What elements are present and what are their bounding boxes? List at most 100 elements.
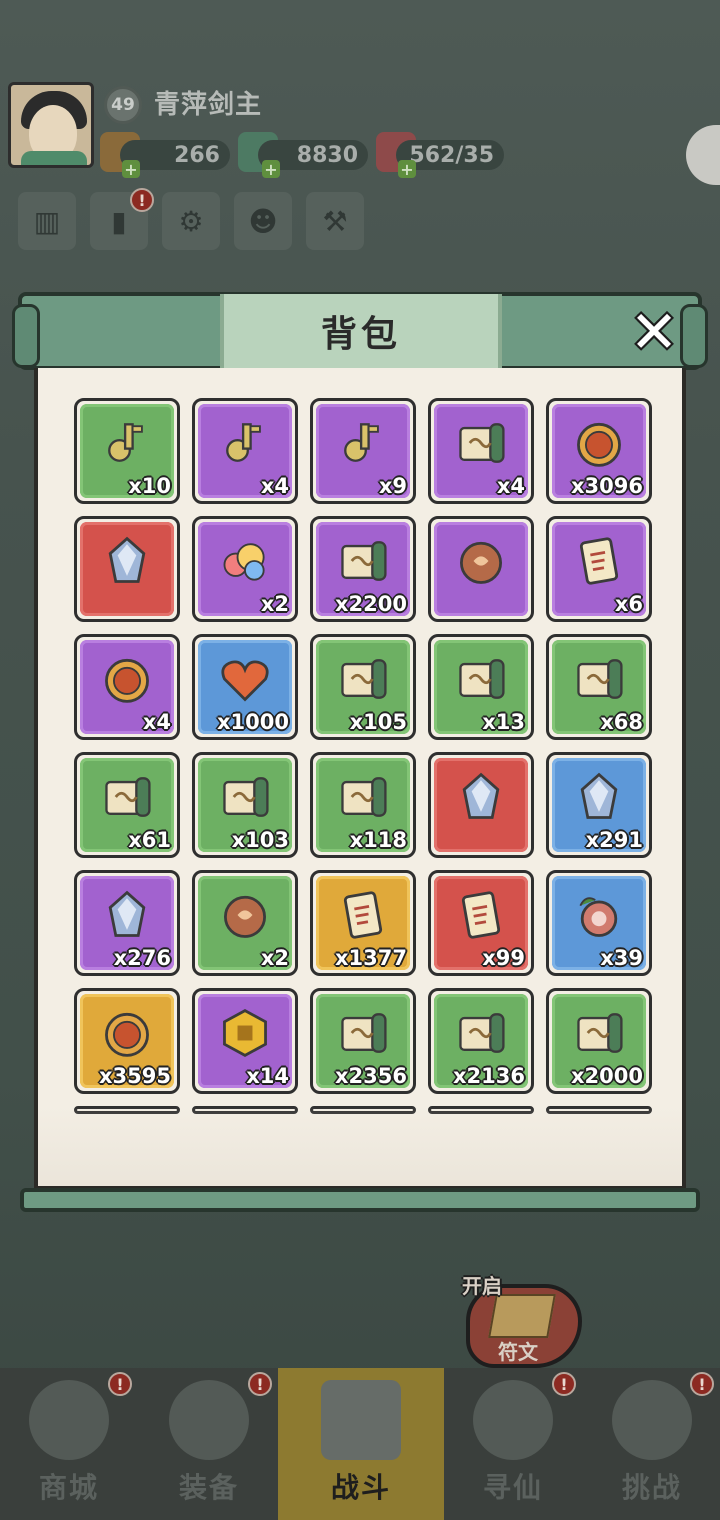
player-name: 青萍剑主 — [154, 90, 263, 120]
heart-icon — [221, 660, 269, 702]
nav-label: 寻仙 — [482, 1471, 543, 1504]
item-quantity: x3595 — [99, 1064, 171, 1088]
nav-explore[interactable]: 寻仙! — [444, 1368, 582, 1520]
ore-icon — [580, 772, 618, 819]
inventory-item[interactable]: x118 — [310, 752, 416, 858]
inventory-item-partial[interactable] — [192, 1106, 298, 1114]
item-quantity: x291 — [585, 828, 643, 852]
inventory-item[interactable]: x105 — [310, 634, 416, 740]
scroll-icon — [105, 777, 151, 817]
nav-alert-badge: ! — [248, 1372, 272, 1396]
gear-icon: ⚙ — [178, 204, 204, 238]
jade-tablet-icon — [343, 891, 383, 939]
inventory-item[interactable]: x3096 — [546, 398, 652, 504]
inventory-item[interactable]: x61 — [74, 752, 180, 858]
rank-alert-badge: ! — [130, 188, 154, 212]
close-button[interactable]: ✕ — [622, 303, 686, 361]
meat-icon — [579, 897, 618, 937]
item-quantity: x9 — [378, 474, 407, 498]
scroll-horn-icon — [341, 541, 387, 581]
add-gold-button[interactable]: + — [122, 160, 140, 179]
inventory-item[interactable]: x276 — [74, 870, 180, 976]
crystal-icon — [108, 536, 146, 583]
inventory-item[interactable]: x13 — [428, 634, 534, 740]
dialog-footer-roll — [20, 1188, 700, 1212]
dialog-header: 背包 — [12, 292, 708, 370]
inventory-item[interactable]: x10 — [74, 398, 180, 504]
item-quantity: x103 — [231, 828, 289, 852]
inventory-item[interactable]: x1000 — [192, 634, 298, 740]
gold-coin-icon — [577, 422, 621, 467]
nav-alert-badge: ! — [552, 1372, 576, 1396]
nav-challenge[interactable]: 挑战! — [584, 1368, 720, 1520]
inventory-item[interactable]: x3595 — [74, 988, 180, 1094]
nav-explore-icon — [473, 1380, 553, 1460]
gold-key-icon — [226, 423, 261, 462]
rune-label: 符文 — [498, 1340, 538, 1364]
inventory-item[interactable]: x4 — [428, 398, 534, 504]
book-button[interactable]: ▥ — [18, 192, 76, 250]
inventory-panel[interactable]: x10 x4 x9 x4 x3096 x2 x2200 x6 x4 x1000 x105 x13 x68… — [34, 368, 686, 1190]
item-quantity: x10 — [128, 474, 171, 498]
inventory-item-partial[interactable] — [546, 1106, 652, 1114]
inventory-item-partial[interactable] — [74, 1106, 180, 1114]
inventory-item[interactable]: x39 — [546, 870, 652, 976]
item-quantity: x118 — [349, 828, 407, 852]
nav-equipment[interactable]: 装备! — [140, 1368, 278, 1520]
item-quantity: x2 — [260, 592, 289, 616]
inventory-item-partial[interactable] — [428, 1106, 534, 1114]
inventory-item[interactable]: x4 — [74, 634, 180, 740]
tools-button[interactable]: ⚒ — [306, 192, 364, 250]
scroll-icon — [223, 777, 269, 817]
nav-label: 装备 — [178, 1471, 239, 1504]
inventory-item[interactable]: x2 — [192, 870, 298, 976]
nav-shop[interactable]: 商城! — [0, 1368, 138, 1520]
scroll-icon — [341, 777, 387, 817]
item-quantity: x13 — [482, 710, 525, 734]
nav-label: 挑战 — [621, 1471, 682, 1504]
rune-unlock-bubble[interactable]: 开启 符文 — [458, 1270, 586, 1382]
nav-battle[interactable]: 战斗 — [278, 1368, 444, 1520]
add-jade-button[interactable]: + — [262, 160, 280, 179]
player-avatar[interactable] — [8, 82, 94, 168]
friends-button[interactable]: ☻ — [234, 192, 292, 250]
bar-chart-icon: ▮ — [111, 204, 127, 238]
inventory-item[interactable]: x2356 — [310, 988, 416, 1094]
inventory-item[interactable]: x2000 — [546, 988, 652, 1094]
inventory-item[interactable] — [74, 516, 180, 622]
add-stamina-button[interactable]: + — [398, 160, 416, 179]
item-quantity: x4 — [142, 710, 171, 734]
inventory-item[interactable]: x2136 — [428, 988, 534, 1094]
nav-label: 商城 — [38, 1471, 99, 1504]
item-quantity: x1000 — [217, 710, 289, 734]
inventory-item[interactable] — [428, 752, 534, 858]
inventory-item[interactable] — [428, 516, 534, 622]
inventory-item[interactable]: x291 — [546, 752, 652, 858]
nav-challenge-icon — [612, 1380, 692, 1460]
item-quantity: x276 — [113, 946, 171, 970]
dragon-egg-icon — [460, 541, 502, 584]
friends-icon: ☻ — [248, 204, 278, 238]
item-quantity: x2200 — [335, 592, 407, 616]
item-quantity: x105 — [349, 710, 407, 734]
inventory-item[interactable]: x2 — [192, 516, 298, 622]
rainbow-cloud-icon — [223, 543, 265, 581]
settings-button[interactable]: ⚙ — [162, 192, 220, 250]
inventory-item[interactable]: x6 — [546, 516, 652, 622]
inventory-item[interactable]: x1377 — [310, 870, 416, 976]
inventory-item[interactable]: x2200 — [310, 516, 416, 622]
scroll-icon — [577, 659, 623, 699]
letter-icon — [579, 537, 619, 585]
nav-equipment-icon — [169, 1380, 249, 1460]
inventory-item[interactable]: x4 — [192, 398, 298, 504]
item-quantity: x99 — [482, 946, 525, 970]
rune-cube-icon — [488, 1294, 556, 1338]
orb-icon — [224, 895, 266, 938]
inventory-item[interactable]: x68 — [546, 634, 652, 740]
inventory-item[interactable]: x9 — [310, 398, 416, 504]
item-quantity: x14 — [246, 1064, 289, 1088]
inventory-item[interactable]: x103 — [192, 752, 298, 858]
inventory-item[interactable]: x14 — [192, 988, 298, 1094]
inventory-item[interactable]: x99 — [428, 870, 534, 976]
inventory-item-partial[interactable] — [310, 1106, 416, 1114]
